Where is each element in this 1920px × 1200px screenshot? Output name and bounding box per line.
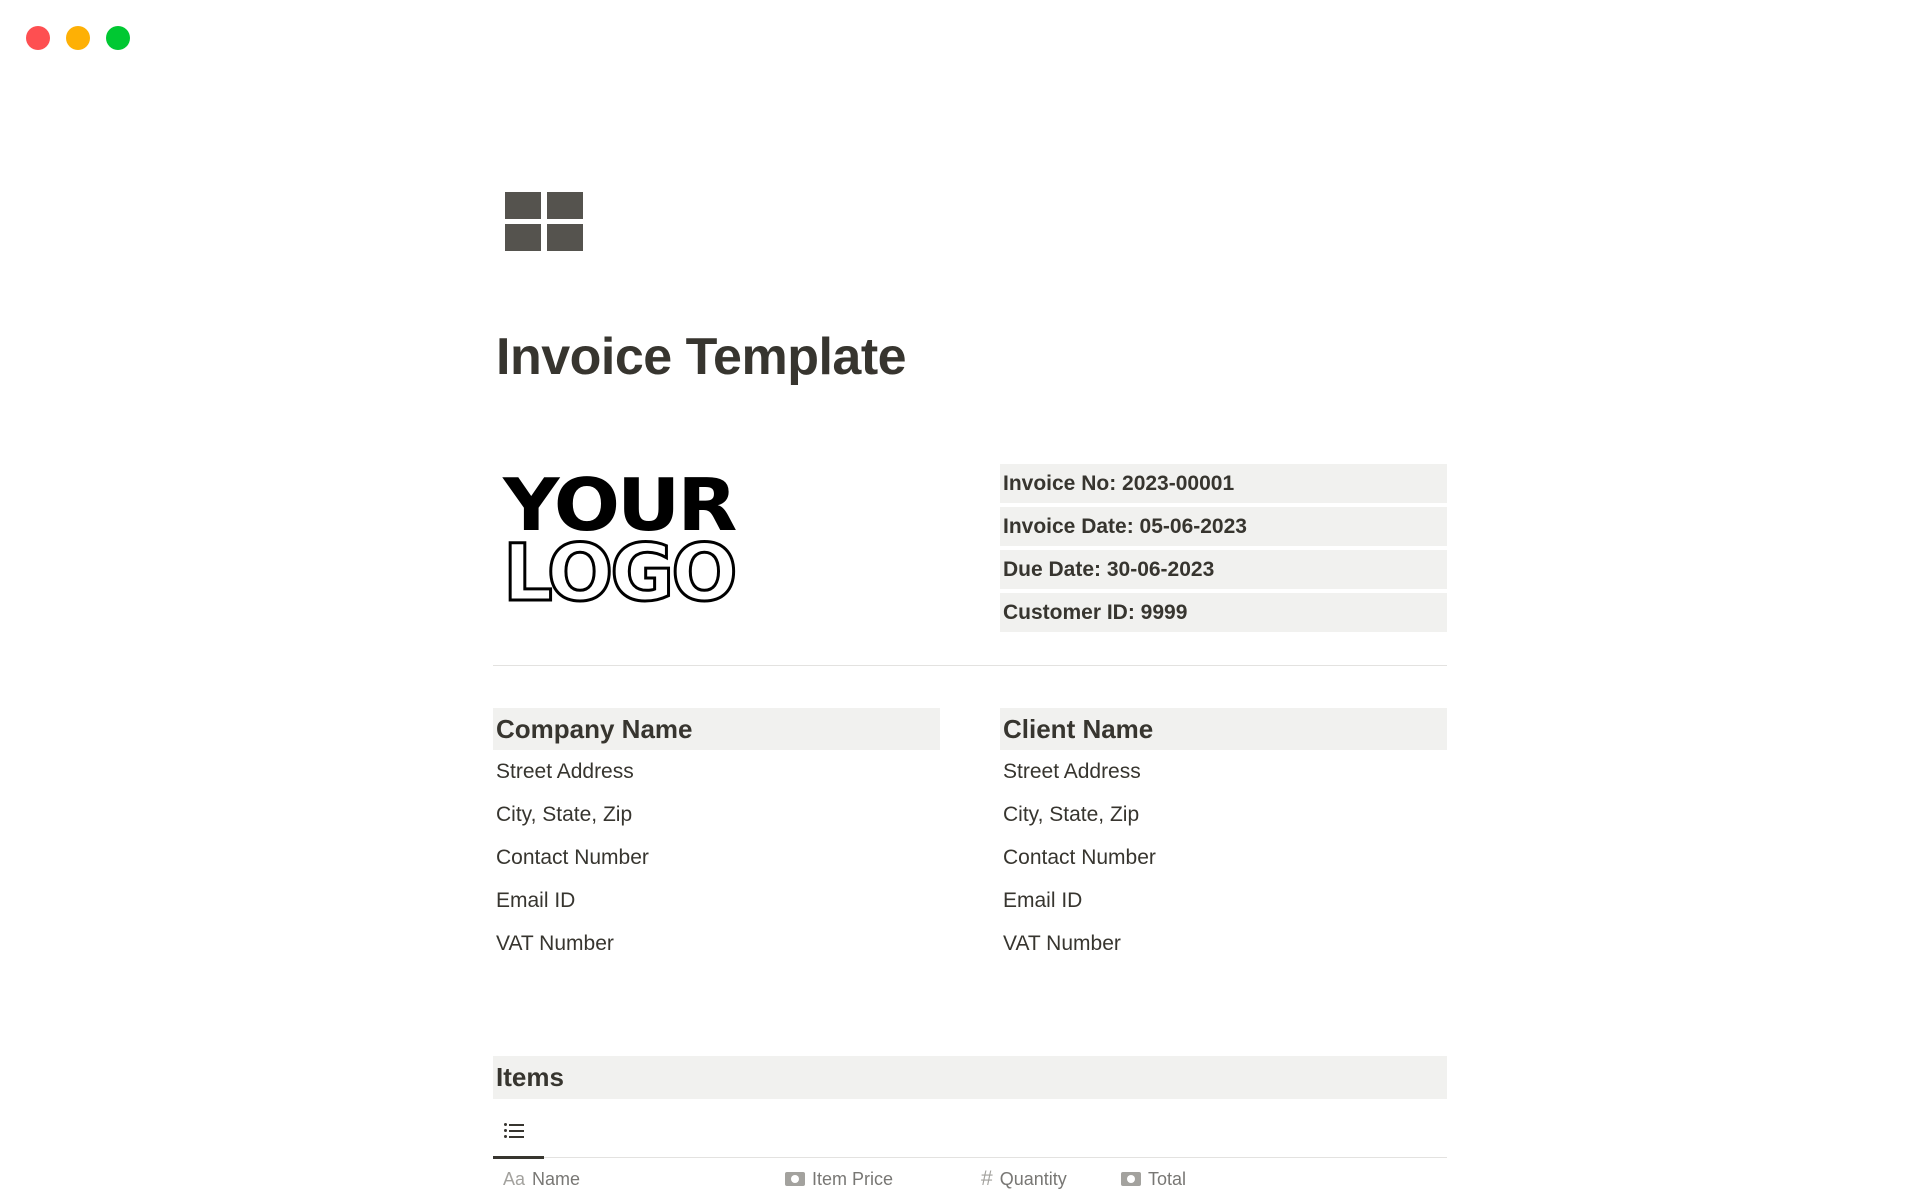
invoice-number[interactable]: Invoice No: 2023-00001 <box>1000 464 1447 503</box>
client-street-address[interactable]: Street Address <box>1000 750 1447 793</box>
page-title[interactable]: Invoice Template <box>496 326 907 388</box>
database-view-tabs <box>493 1110 1447 1159</box>
money-icon <box>785 1172 805 1186</box>
company-vat-number[interactable]: VAT Number <box>493 922 940 965</box>
column-header-name[interactable]: Aa Name <box>503 1160 580 1198</box>
invoice-info-list: Invoice No: 2023-00001 Invoice Date: 05-… <box>1000 464 1447 636</box>
grid-icon[interactable] <box>505 192 585 254</box>
minimize-window-button[interactable] <box>66 26 90 50</box>
logo-line-1: YOUR <box>503 463 737 548</box>
zoom-window-button[interactable] <box>106 26 130 50</box>
client-contact-number[interactable]: Contact Number <box>1000 836 1447 879</box>
divider <box>493 665 1447 666</box>
client-city-state-zip[interactable]: City, State, Zip <box>1000 793 1447 836</box>
active-tab-indicator <box>493 1156 544 1159</box>
window-controls <box>26 26 130 50</box>
column-header-quantity[interactable]: # Quantity <box>981 1160 1067 1198</box>
due-date[interactable]: Due Date: 30-06-2023 <box>1000 550 1447 589</box>
client-block: Client Name Street Address City, State, … <box>1000 708 1447 965</box>
logo-line-2: LOGO <box>502 529 740 619</box>
company-email[interactable]: Email ID <box>493 879 940 922</box>
company-name-heading[interactable]: Company Name <box>493 708 940 750</box>
column-label: Item Price <box>812 1169 894 1189</box>
column-label: Name <box>532 1169 581 1189</box>
company-block: Company Name Street Address City, State,… <box>493 708 940 965</box>
client-email[interactable]: Email ID <box>1000 879 1447 922</box>
list-icon <box>504 1122 524 1138</box>
client-vat-number[interactable]: VAT Number <box>1000 922 1447 965</box>
company-city-state-zip[interactable]: City, State, Zip <box>493 793 940 836</box>
company-contact-number[interactable]: Contact Number <box>493 836 940 879</box>
logo-image: YOUR LOGO <box>502 463 753 619</box>
client-name-heading[interactable]: Client Name <box>1000 708 1447 750</box>
column-header-item-price[interactable]: Item Price <box>785 1160 893 1198</box>
column-label: Total <box>1148 1169 1187 1189</box>
items-heading[interactable]: Items <box>493 1056 1447 1099</box>
column-label: Quantity <box>999 1169 1067 1189</box>
number-icon: # <box>981 1167 993 1190</box>
money-icon <box>1121 1172 1141 1186</box>
column-header-total[interactable]: Total <box>1121 1160 1186 1198</box>
company-street-address[interactable]: Street Address <box>493 750 940 793</box>
tab-list-view[interactable] <box>493 1110 544 1159</box>
customer-id[interactable]: Customer ID: 9999 <box>1000 593 1447 632</box>
text-icon: Aa <box>503 1169 526 1189</box>
items-table-header: Aa Name Item Price # Quantity Total <box>493 1160 1447 1198</box>
close-window-button[interactable] <box>26 26 50 50</box>
invoice-date[interactable]: Invoice Date: 05-06-2023 <box>1000 507 1447 546</box>
